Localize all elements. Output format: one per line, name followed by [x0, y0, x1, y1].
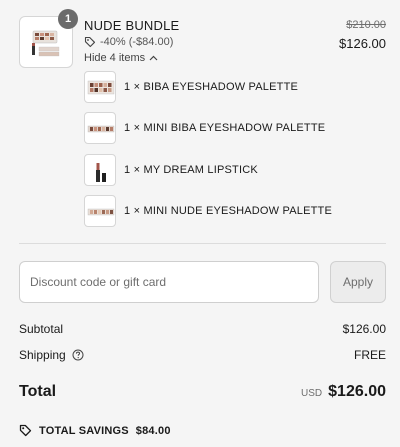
savings-tag-icon [19, 424, 32, 437]
shipping-row: Shipping FREE [19, 348, 386, 362]
total-row: Total USD $126.00 [19, 383, 386, 401]
divider [19, 243, 386, 244]
discount-code-input[interactable] [19, 261, 319, 303]
bundle-item-label: 1 × BIBA EYESHADOW PALETTE [124, 81, 299, 93]
product-thumbnail [84, 154, 116, 186]
tag-icon [84, 36, 96, 48]
bundle-discount-text: -40% (-$84.00) [100, 36, 174, 48]
subtotal-value: $126.00 [342, 322, 386, 336]
bundle-item-label: 1 × MINI BIBA EYESHADOW PALETTE [124, 122, 326, 134]
hide-items-toggle[interactable]: Hide 4 items [84, 52, 158, 64]
hide-items-label: Hide 4 items [84, 52, 146, 64]
apply-button[interactable]: Apply [330, 261, 386, 303]
product-thumbnail [84, 112, 116, 144]
total-value: $126.00 [328, 383, 386, 400]
product-thumbnail [84, 71, 116, 103]
chevron-up-icon [149, 55, 158, 61]
bundle-title: NUDE BUNDLE [84, 18, 180, 33]
total-savings: TOTAL SAVINGS $84.00 [19, 424, 171, 437]
total-label: Total [19, 383, 57, 400]
savings-label: TOTAL SAVINGS [39, 424, 129, 437]
current-price: $126.00 [339, 36, 386, 51]
bundle-item-label: 1 × MY DREAM LIPSTICK [124, 164, 258, 176]
subtotal-row: Subtotal $126.00 [19, 322, 386, 336]
bundle-line-item: 1 NUDE BUNDLE -40% (-$84.00) $210.00 $12… [19, 9, 386, 70]
original-price: $210.00 [346, 19, 386, 31]
shipping-value: FREE [353, 348, 386, 362]
bundle-item: 1 × BIBA EYESHADOW PALETTE [84, 71, 384, 103]
subtotal-label: Subtotal [19, 322, 64, 336]
bundle-discount: -40% (-$84.00) [84, 36, 173, 48]
shipping-label: Shipping [19, 348, 66, 362]
bundle-item: 1 × MY DREAM LIPSTICK [84, 154, 384, 186]
savings-value: $84.00 [135, 424, 171, 437]
bundle-item: 1 × MINI NUDE EYESHADOW PALETTE [84, 195, 384, 227]
help-circle-icon[interactable] [72, 349, 84, 361]
bundle-item-label: 1 × MINI NUDE EYESHADOW PALETTE [124, 205, 333, 217]
currency-code: USD [301, 388, 323, 399]
quantity-badge: 1 [58, 9, 78, 29]
product-thumbnail [84, 195, 116, 227]
bundle-item: 1 × MINI BIBA EYESHADOW PALETTE [84, 112, 384, 144]
